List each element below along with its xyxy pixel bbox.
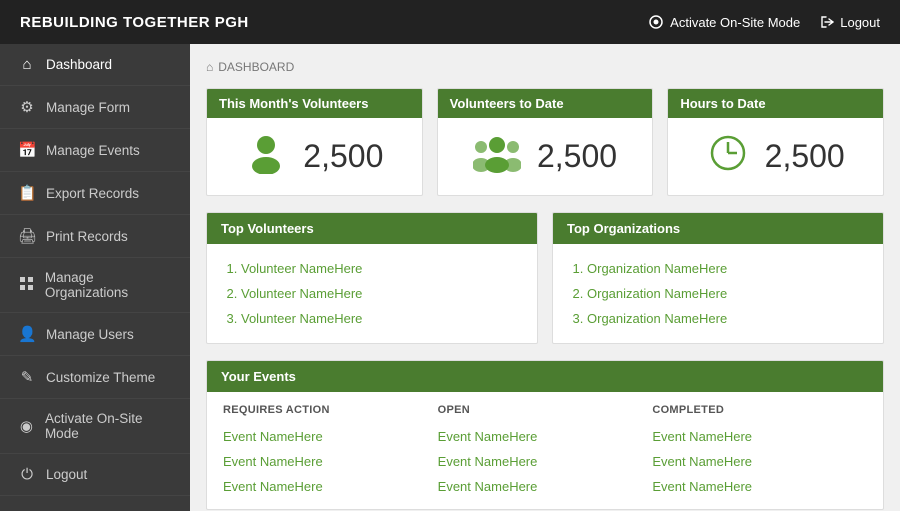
sidebar-item-manage-form[interactable]: ⚙ Manage Form bbox=[0, 86, 190, 129]
stat-card-body-1: 2,500 bbox=[438, 118, 653, 195]
middle-row: Top Volunteers Volunteer NameHereVolunte… bbox=[206, 212, 884, 344]
sidebar-item-label-export-records: Export Records bbox=[46, 186, 139, 201]
sidebar-item-print-records[interactable]: 🖨 Print Records bbox=[0, 215, 190, 258]
breadcrumb: ⌂ DASHBOARD bbox=[206, 60, 884, 74]
stat-card-body-0: 2,500 bbox=[207, 118, 422, 195]
stat-card-body-2: 2,500 bbox=[668, 118, 883, 195]
person-icon bbox=[245, 132, 287, 181]
activate-onsite-icon: ◉ bbox=[18, 417, 35, 435]
stat-number-0: 2,500 bbox=[303, 138, 383, 175]
logout-icon: ⏻ bbox=[18, 466, 36, 483]
sidebar-item-activate-onsite[interactable]: ◉ Activate On-Site Mode bbox=[0, 399, 190, 454]
events-grid: REQUIRES ACTIONOPENCOMPLETED Event NameHe… bbox=[207, 392, 883, 509]
top-organizations-card: Top Organizations Organization NameHereO… bbox=[552, 212, 884, 344]
breadcrumb-home-icon: ⌂ bbox=[206, 60, 213, 74]
top-volunteers-header: Top Volunteers bbox=[207, 213, 537, 244]
clock-icon bbox=[707, 132, 749, 181]
top-volunteers-body: Volunteer NameHereVolunteer NameHereVolu… bbox=[207, 244, 537, 343]
sidebar-item-label-print-records: Print Records bbox=[46, 229, 128, 244]
group-icon bbox=[473, 132, 521, 181]
sidebar-item-manage-users[interactable]: 👤 Manage Users bbox=[0, 313, 190, 356]
customize-theme-icon: ✎ bbox=[18, 368, 36, 386]
event-link-col1-row0[interactable]: Event NameHere bbox=[438, 426, 653, 447]
sidebar-item-label-activate-onsite: Activate On-Site Mode bbox=[45, 411, 172, 441]
logout-topbar-button[interactable]: Logout bbox=[820, 15, 880, 30]
app-title: REBUILDING TOGETHER PGH bbox=[20, 14, 249, 31]
sidebar-item-label-dashboard: Dashboard bbox=[46, 57, 112, 72]
sidebar-item-export-records[interactable]: 📋 Export Records bbox=[0, 172, 190, 215]
sidebar-item-manage-events[interactable]: 📅 Manage Events bbox=[0, 129, 190, 172]
onsite-icon bbox=[648, 14, 664, 30]
print-records-icon: 🖨 bbox=[18, 227, 36, 245]
stat-card-header-2: Hours to Date bbox=[668, 89, 883, 118]
top-organizations-body: Organization NameHereOrganization NameHe… bbox=[553, 244, 883, 343]
volunteer-list-item: Volunteer NameHere bbox=[241, 281, 521, 306]
sidebar: ⌂ Dashboard ⚙ Manage Form 📅 Manage Events 📋 Exp… bbox=[0, 44, 190, 511]
manage-users-icon: 👤 bbox=[18, 325, 36, 343]
sidebar-item-customize-theme[interactable]: ✎ Customize Theme bbox=[0, 356, 190, 399]
events-col-header-0: REQUIRES ACTION bbox=[223, 404, 438, 422]
events-col-header-2: COMPLETED bbox=[652, 404, 867, 422]
event-link-col2-row2[interactable]: Event NameHere bbox=[652, 476, 867, 497]
events-col-header-1: OPEN bbox=[438, 404, 653, 422]
stat-card-0: This Month's Volunteers 2,500 bbox=[206, 88, 423, 196]
topbar: REBUILDING TOGETHER PGH Activate On-Site… bbox=[0, 0, 900, 44]
volunteer-list-item: Volunteer NameHere bbox=[241, 256, 521, 281]
stat-number-2: 2,500 bbox=[765, 138, 845, 175]
dashboard-icon: ⌂ bbox=[18, 56, 36, 73]
sidebar-item-label-manage-form: Manage Form bbox=[46, 100, 130, 115]
event-link-col0-row1[interactable]: Event NameHere bbox=[223, 451, 438, 472]
main-content: ⌂ DASHBOARD This Month's Volunteers 2,500… bbox=[190, 44, 900, 511]
stat-card-header-1: Volunteers to Date bbox=[438, 89, 653, 118]
top-organizations-header: Top Organizations bbox=[553, 213, 883, 244]
stats-row: This Month's Volunteers2,500Volunteers t… bbox=[206, 88, 884, 196]
events-card-header: Your Events bbox=[207, 361, 883, 392]
sidebar-item-label-customize-theme: Customize Theme bbox=[46, 370, 155, 385]
sidebar-item-label-manage-events: Manage Events bbox=[46, 143, 140, 158]
event-link-col2-row0[interactable]: Event NameHere bbox=[652, 426, 867, 447]
volunteer-list-item: Volunteer NameHere bbox=[241, 306, 521, 331]
sidebar-item-dashboard[interactable]: ⌂ Dashboard bbox=[0, 44, 190, 86]
organization-list-item: Organization NameHere bbox=[587, 256, 867, 281]
organization-list-item: Organization NameHere bbox=[587, 306, 867, 331]
organization-list-item: Organization NameHere bbox=[587, 281, 867, 306]
top-volunteers-card: Top Volunteers Volunteer NameHereVolunte… bbox=[206, 212, 538, 344]
event-link-col0-row2[interactable]: Event NameHere bbox=[223, 476, 438, 497]
stat-card-1: Volunteers to Date 2,500 bbox=[437, 88, 654, 196]
logout-icon bbox=[820, 15, 834, 29]
layout: ⌂ Dashboard ⚙ Manage Form 📅 Manage Events 📋 Exp… bbox=[0, 44, 900, 511]
sidebar-item-label-manage-organizations: Manage Organizations bbox=[45, 270, 172, 300]
activate-onsite-topbar-button[interactable]: Activate On-Site Mode bbox=[648, 14, 800, 30]
manage-events-icon: 📅 bbox=[18, 141, 36, 159]
event-link-col1-row2[interactable]: Event NameHere bbox=[438, 476, 653, 497]
manage-form-icon: ⚙ bbox=[18, 98, 36, 116]
event-link-col1-row1[interactable]: Event NameHere bbox=[438, 451, 653, 472]
stat-number-1: 2,500 bbox=[537, 138, 617, 175]
topbar-actions: Activate On-Site Mode Logout bbox=[648, 14, 880, 30]
export-records-icon: 📋 bbox=[18, 184, 36, 202]
sidebar-item-label-manage-users: Manage Users bbox=[46, 327, 134, 342]
sidebar-item-logout[interactable]: ⏻ Logout bbox=[0, 454, 190, 496]
sidebar-item-manage-organizations[interactable]: ​ Manage Organizations bbox=[0, 258, 190, 313]
events-card: Your Events REQUIRES ACTIONOPENCOMPLETED… bbox=[206, 360, 884, 510]
sidebar-item-label-logout: Logout bbox=[46, 467, 87, 482]
stat-card-header-0: This Month's Volunteers bbox=[207, 89, 422, 118]
stat-card-2: Hours to Date 2,500 bbox=[667, 88, 884, 196]
event-link-col0-row0[interactable]: Event NameHere bbox=[223, 426, 438, 447]
manage-organizations-icon: ​ bbox=[18, 276, 35, 295]
event-link-col2-row1[interactable]: Event NameHere bbox=[652, 451, 867, 472]
